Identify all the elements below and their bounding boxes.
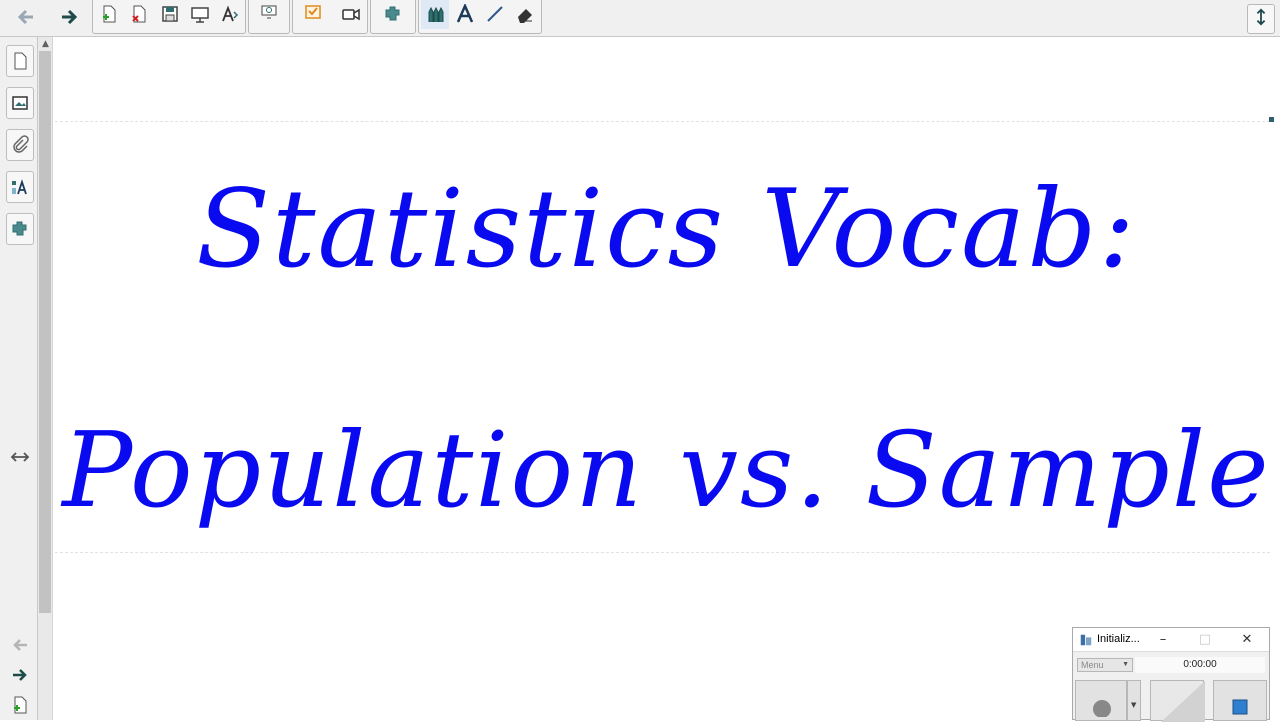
add-page-button[interactable]: [8, 693, 32, 717]
pause-button[interactable]: [1150, 680, 1205, 722]
addon-group: [370, 0, 416, 34]
save-button[interactable]: [156, 0, 184, 29]
text-recognition-icon: [220, 4, 240, 24]
response-group: [292, 0, 368, 34]
add-on-button[interactable]: [379, 0, 407, 29]
screen-shade-icon: [190, 4, 210, 24]
horizontal-arrows-icon: [10, 447, 30, 467]
eraser-button[interactable]: [511, 0, 539, 29]
forward-button[interactable]: [55, 2, 83, 32]
recorder-title: Initializ...: [1097, 633, 1140, 645]
record-button[interactable]: [1075, 680, 1127, 721]
delete-page-button[interactable]: [125, 0, 153, 29]
minimize-icon[interactable]: –: [1153, 630, 1173, 648]
line-button[interactable]: [481, 0, 509, 29]
save-icon: [160, 4, 180, 24]
new-page-icon: [10, 695, 30, 715]
text-button[interactable]: [451, 0, 479, 29]
attachments-tab[interactable]: [6, 129, 34, 161]
scroll-up-icon[interactable]: ▲: [38, 37, 53, 51]
record-icon: [1092, 697, 1112, 721]
screen-capture-icon: [259, 4, 279, 24]
recorder-menu-label: Menu: [1081, 660, 1104, 670]
next-page-button[interactable]: [8, 663, 32, 687]
page-sorter-icon: [10, 51, 30, 71]
properties-icon: [10, 177, 30, 197]
vertical-arrows-icon: [1252, 8, 1270, 30]
record-options-button[interactable]: ▼: [1127, 680, 1141, 721]
toolbar-position-toggle[interactable]: [1242, 0, 1280, 37]
back-arrow-icon: [16, 7, 36, 27]
video-icon: [341, 4, 361, 24]
add-ons-tab[interactable]: [6, 213, 34, 245]
maximize-icon[interactable]: □: [1195, 630, 1215, 648]
add-ons-icon: [10, 219, 30, 239]
capture-group: [248, 0, 290, 34]
chevron-down-icon: ▼: [1122, 661, 1129, 668]
recorder-window: Initializ... – □ ✕ Menu ▼ 0:00:00 ▼: [1072, 627, 1270, 722]
page-tools-group: [92, 0, 246, 34]
stop-button[interactable]: [1213, 680, 1267, 721]
gallery-icon: [10, 93, 30, 113]
sidebar-move-button[interactable]: [8, 445, 32, 469]
chevron-down-icon: ▼: [1131, 701, 1137, 709]
text-icon: [455, 4, 475, 24]
eraser-icon: [515, 4, 535, 24]
recorder-titlebar[interactable]: Initializ... – □ ✕: [1073, 628, 1269, 652]
checklist-icon: [303, 4, 323, 24]
attachments-icon: [10, 135, 30, 155]
new-page-button[interactable]: [95, 0, 123, 29]
screen-shade-button[interactable]: [186, 0, 214, 29]
recorder-menu-dropdown[interactable]: Menu ▼: [1077, 658, 1133, 672]
text-recognition-button[interactable]: [216, 0, 244, 29]
stop-icon: [1232, 699, 1248, 719]
recorder-app-icon: [1079, 632, 1093, 651]
pens-icon: [425, 4, 445, 24]
screen-capture-button[interactable]: [255, 0, 283, 29]
forward-arrow-icon: [10, 665, 30, 685]
forward-arrow-icon: [59, 7, 79, 27]
recorder-timer: 0:00:00: [1135, 657, 1265, 673]
new-page-icon: [99, 4, 119, 24]
back-arrow-icon: [10, 635, 30, 655]
delete-page-icon: [129, 4, 149, 24]
video-button[interactable]: [337, 0, 365, 29]
line-icon: [485, 4, 505, 24]
pens-button[interactable]: [421, 0, 449, 29]
page-sorter-tab[interactable]: [6, 45, 34, 77]
slide-title-line-1: Statistics Vocab:: [196, 167, 1137, 292]
properties-tab[interactable]: [6, 171, 34, 203]
gallery-tab[interactable]: [6, 87, 34, 119]
close-icon[interactable]: ✕: [1237, 630, 1257, 648]
whiteboard-canvas[interactable]: Statistics Vocab: Population vs. Sample: [53, 37, 1280, 720]
slide-title-line-2: Population vs. Sample: [62, 409, 1271, 531]
pause-placeholder-icon: [1151, 681, 1205, 726]
checklist-button[interactable]: [299, 0, 327, 29]
side-panel: [0, 37, 38, 720]
main-toolbar: [0, 0, 1280, 37]
add-on-icon: [383, 4, 403, 24]
previous-page-button[interactable]: [8, 633, 32, 657]
resize-handle[interactable]: [1269, 117, 1274, 122]
drawing-tools-group: [418, 0, 542, 34]
back-button[interactable]: [12, 2, 40, 32]
page-scrollbar[interactable]: ▲: [38, 37, 53, 720]
scrollbar-thumb[interactable]: [39, 51, 51, 613]
